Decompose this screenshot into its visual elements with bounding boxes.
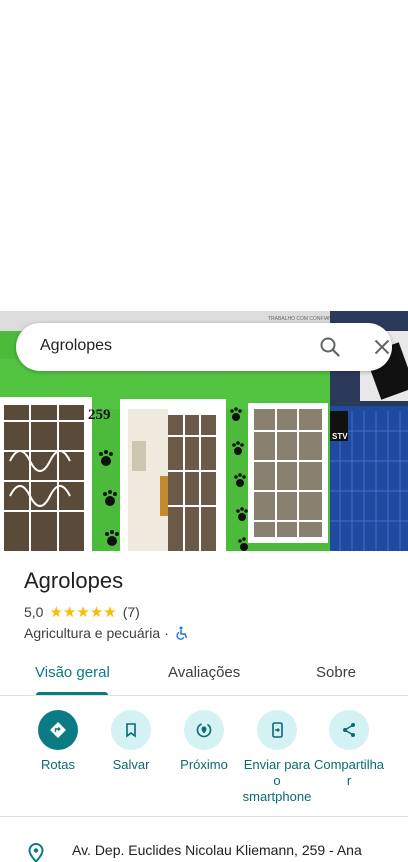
directions-icon — [38, 710, 78, 750]
sign-text: TRABALHO COM CONFIANÇA — [268, 316, 340, 322]
tab-about[interactable]: Sobre — [316, 664, 356, 681]
address-text: Av. Dep. Euclides Nicolau Kliemann, 259 … — [72, 842, 362, 858]
tab-active-indicator — [36, 692, 108, 695]
rating-value: 5,0 — [24, 604, 44, 620]
nearby-button[interactable]: Próximo — [166, 708, 242, 773]
nearby-icon — [184, 710, 224, 750]
share-button[interactable]: Compartilhar — [312, 708, 386, 789]
search-bar[interactable]: Agrolopes — [16, 323, 392, 371]
nearby-label: Próximo — [180, 757, 228, 772]
close-icon[interactable] — [370, 335, 394, 359]
share-label: Compartilhar — [313, 757, 385, 788]
rating-stars-icon: ★★★★★ — [49, 604, 117, 621]
map-blank-area — [0, 0, 408, 311]
category-row: Agricultura e pecuária · — [24, 625, 189, 641]
tab-reviews[interactable]: Avaliações — [168, 664, 240, 681]
send-to-phone-button[interactable]: Enviar para o smartphone — [239, 708, 315, 805]
search-query[interactable]: Agrolopes — [40, 337, 112, 355]
section-divider — [0, 816, 408, 817]
location-pin-icon — [26, 842, 46, 862]
directions-label: Rotas — [41, 757, 75, 772]
separator-dot: · — [164, 625, 169, 641]
store-right-sign: STV — [332, 432, 348, 441]
directions-button[interactable]: Rotas — [20, 708, 96, 773]
review-count[interactable]: (7) — [123, 604, 140, 620]
bookmark-icon — [111, 710, 151, 750]
send-to-phone-label: Enviar para o smartphone — [242, 757, 312, 804]
rating-row[interactable]: 5,0 ★★★★★ (7) — [24, 603, 140, 621]
place-title: Agrolopes — [24, 568, 124, 593]
search-icon[interactable] — [318, 335, 342, 359]
place-category: Agricultura e pecuária — [24, 625, 161, 641]
place-tabs: Visão geral Avaliações Sobre — [0, 652, 408, 696]
save-button[interactable]: Salvar — [93, 708, 169, 773]
action-buttons: Rotas Salvar Próximo Enviar para o smart… — [0, 708, 408, 818]
wheelchair-accessible-icon — [175, 626, 189, 640]
tab-overview[interactable]: Visão geral — [35, 664, 110, 681]
share-icon — [329, 710, 369, 750]
save-label: Salvar — [112, 757, 150, 772]
house-number: 259 — [88, 407, 111, 423]
address-row[interactable]: Av. Dep. Euclides Nicolau Kliemann, 259 … — [0, 838, 408, 862]
send-to-phone-icon — [257, 710, 297, 750]
